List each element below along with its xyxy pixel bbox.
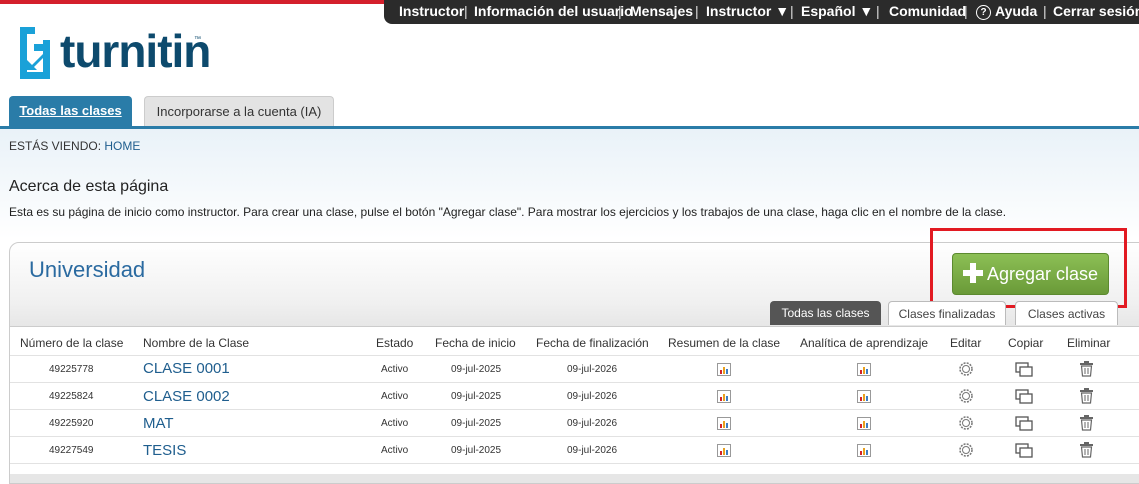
bar-chart-icon[interactable] <box>857 417 871 430</box>
cell-start-date: 09-jul-2025 <box>451 445 502 456</box>
header-end-date[interactable]: Fecha de finalización <box>536 336 649 350</box>
cell-end-date: 09-jul-2026 <box>567 364 618 375</box>
bar-chart-icon[interactable] <box>717 363 731 376</box>
class-name-link[interactable]: MAT <box>143 415 174 432</box>
top-navigation-bar: Instructor | Información del usuario | M… <box>384 0 1139 24</box>
header-summary: Resumen de la clase <box>668 336 781 350</box>
cell-class-number: 49227549 <box>49 445 94 456</box>
filter-tab-active[interactable]: Clases activas <box>1015 301 1118 325</box>
header-copy: Copiar <box>1008 336 1044 350</box>
tab-join-account[interactable]: Incorporarse a la cuenta (IA) <box>144 96 334 127</box>
cell-start-date: 09-jul-2025 <box>451 391 502 402</box>
row-divider <box>10 409 1139 410</box>
nav-language-dropdown[interactable]: Español ▼ <box>801 3 873 19</box>
gear-icon[interactable] <box>958 442 974 458</box>
cell-class-number: 49225824 <box>49 391 94 402</box>
class-name-link[interactable]: CLASE 0002 <box>143 388 230 405</box>
row-divider <box>10 355 1139 356</box>
trash-icon[interactable] <box>1079 361 1094 377</box>
header-analytics: Analítica de aprendizaje <box>800 336 929 350</box>
filter-tab-finished[interactable]: Clases finalizadas <box>888 301 1006 325</box>
breadcrumb-home-link[interactable]: HOME <box>104 139 140 153</box>
filter-tab-all[interactable]: Todas las clases <box>770 301 881 325</box>
bar-chart-icon[interactable] <box>717 417 731 430</box>
turnitin-wordmark: turnitin <box>60 25 211 77</box>
cell-status: Activo <box>381 418 409 429</box>
copy-icon[interactable] <box>1015 389 1034 404</box>
nav-user-info-link[interactable]: Información del usuario <box>474 3 633 19</box>
class-name-link[interactable]: TESIS <box>143 442 186 459</box>
trash-icon[interactable] <box>1079 388 1094 404</box>
gear-icon[interactable] <box>958 388 974 404</box>
cell-end-date: 09-jul-2026 <box>567 391 618 402</box>
row-divider <box>10 463 1139 464</box>
header-status[interactable]: Estado <box>376 336 413 350</box>
bar-chart-icon[interactable] <box>717 390 731 403</box>
cell-end-date: 09-jul-2026 <box>567 418 618 429</box>
page-description: Esta es su página de inicio como instruc… <box>9 205 1007 219</box>
cell-start-date: 09-jul-2025 <box>451 418 502 429</box>
nav-role-dropdown[interactable]: Instructor ▼ <box>706 3 789 19</box>
panel-title: Universidad <box>29 257 146 282</box>
header-class-number[interactable]: Número de la clase <box>20 336 123 350</box>
nav-community-link[interactable]: Comunidad <box>889 3 966 19</box>
trash-icon[interactable] <box>1079 415 1094 431</box>
row-divider <box>10 382 1139 383</box>
trash-icon[interactable] <box>1079 442 1094 458</box>
cell-start-date: 09-jul-2025 <box>451 364 502 375</box>
header-start-date[interactable]: Fecha de inicio <box>435 336 516 350</box>
highlight-box <box>930 228 1127 308</box>
gear-icon[interactable] <box>958 415 974 431</box>
bar-chart-icon[interactable] <box>857 444 871 457</box>
cell-class-number: 49225778 <box>49 364 94 375</box>
cell-class-number: 49225920 <box>49 418 94 429</box>
help-icon: ? <box>976 5 991 20</box>
nav-help-link[interactable]: ? Ayuda <box>976 3 1037 20</box>
nav-role-label: Instructor <box>399 3 465 19</box>
nav-logout-link[interactable]: Cerrar sesión <box>1053 3 1139 19</box>
tab-all-classes[interactable]: Todas las clases <box>9 96 132 126</box>
cell-status: Activo <box>381 445 409 456</box>
trademark-mark: ™ <box>194 36 201 43</box>
nav-messages-link[interactable]: Mensajes <box>630 3 693 19</box>
cell-end-date: 09-jul-2026 <box>567 445 618 456</box>
bar-chart-icon[interactable] <box>857 363 871 376</box>
bar-chart-icon[interactable] <box>857 390 871 403</box>
cell-status: Activo <box>381 391 409 402</box>
turnitin-logo-icon <box>20 27 50 79</box>
copy-icon[interactable] <box>1015 362 1034 377</box>
breadcrumb-prefix: ESTÁS VIENDO: <box>9 139 102 153</box>
bar-chart-icon[interactable] <box>717 444 731 457</box>
breadcrumb: ESTÁS VIENDO: HOME <box>9 139 140 153</box>
header-edit: Editar <box>950 336 982 350</box>
page-title: Acerca de esta página <box>9 178 169 195</box>
class-name-link[interactable]: CLASE 0001 <box>143 360 230 377</box>
gear-icon[interactable] <box>958 361 974 377</box>
cell-status: Activo <box>381 364 409 375</box>
copy-icon[interactable] <box>1015 416 1034 431</box>
row-divider <box>10 436 1139 437</box>
copy-icon[interactable] <box>1015 443 1034 458</box>
header-class-name[interactable]: Nombre de la Clase <box>143 336 249 350</box>
header-delete: Eliminar <box>1067 336 1111 350</box>
